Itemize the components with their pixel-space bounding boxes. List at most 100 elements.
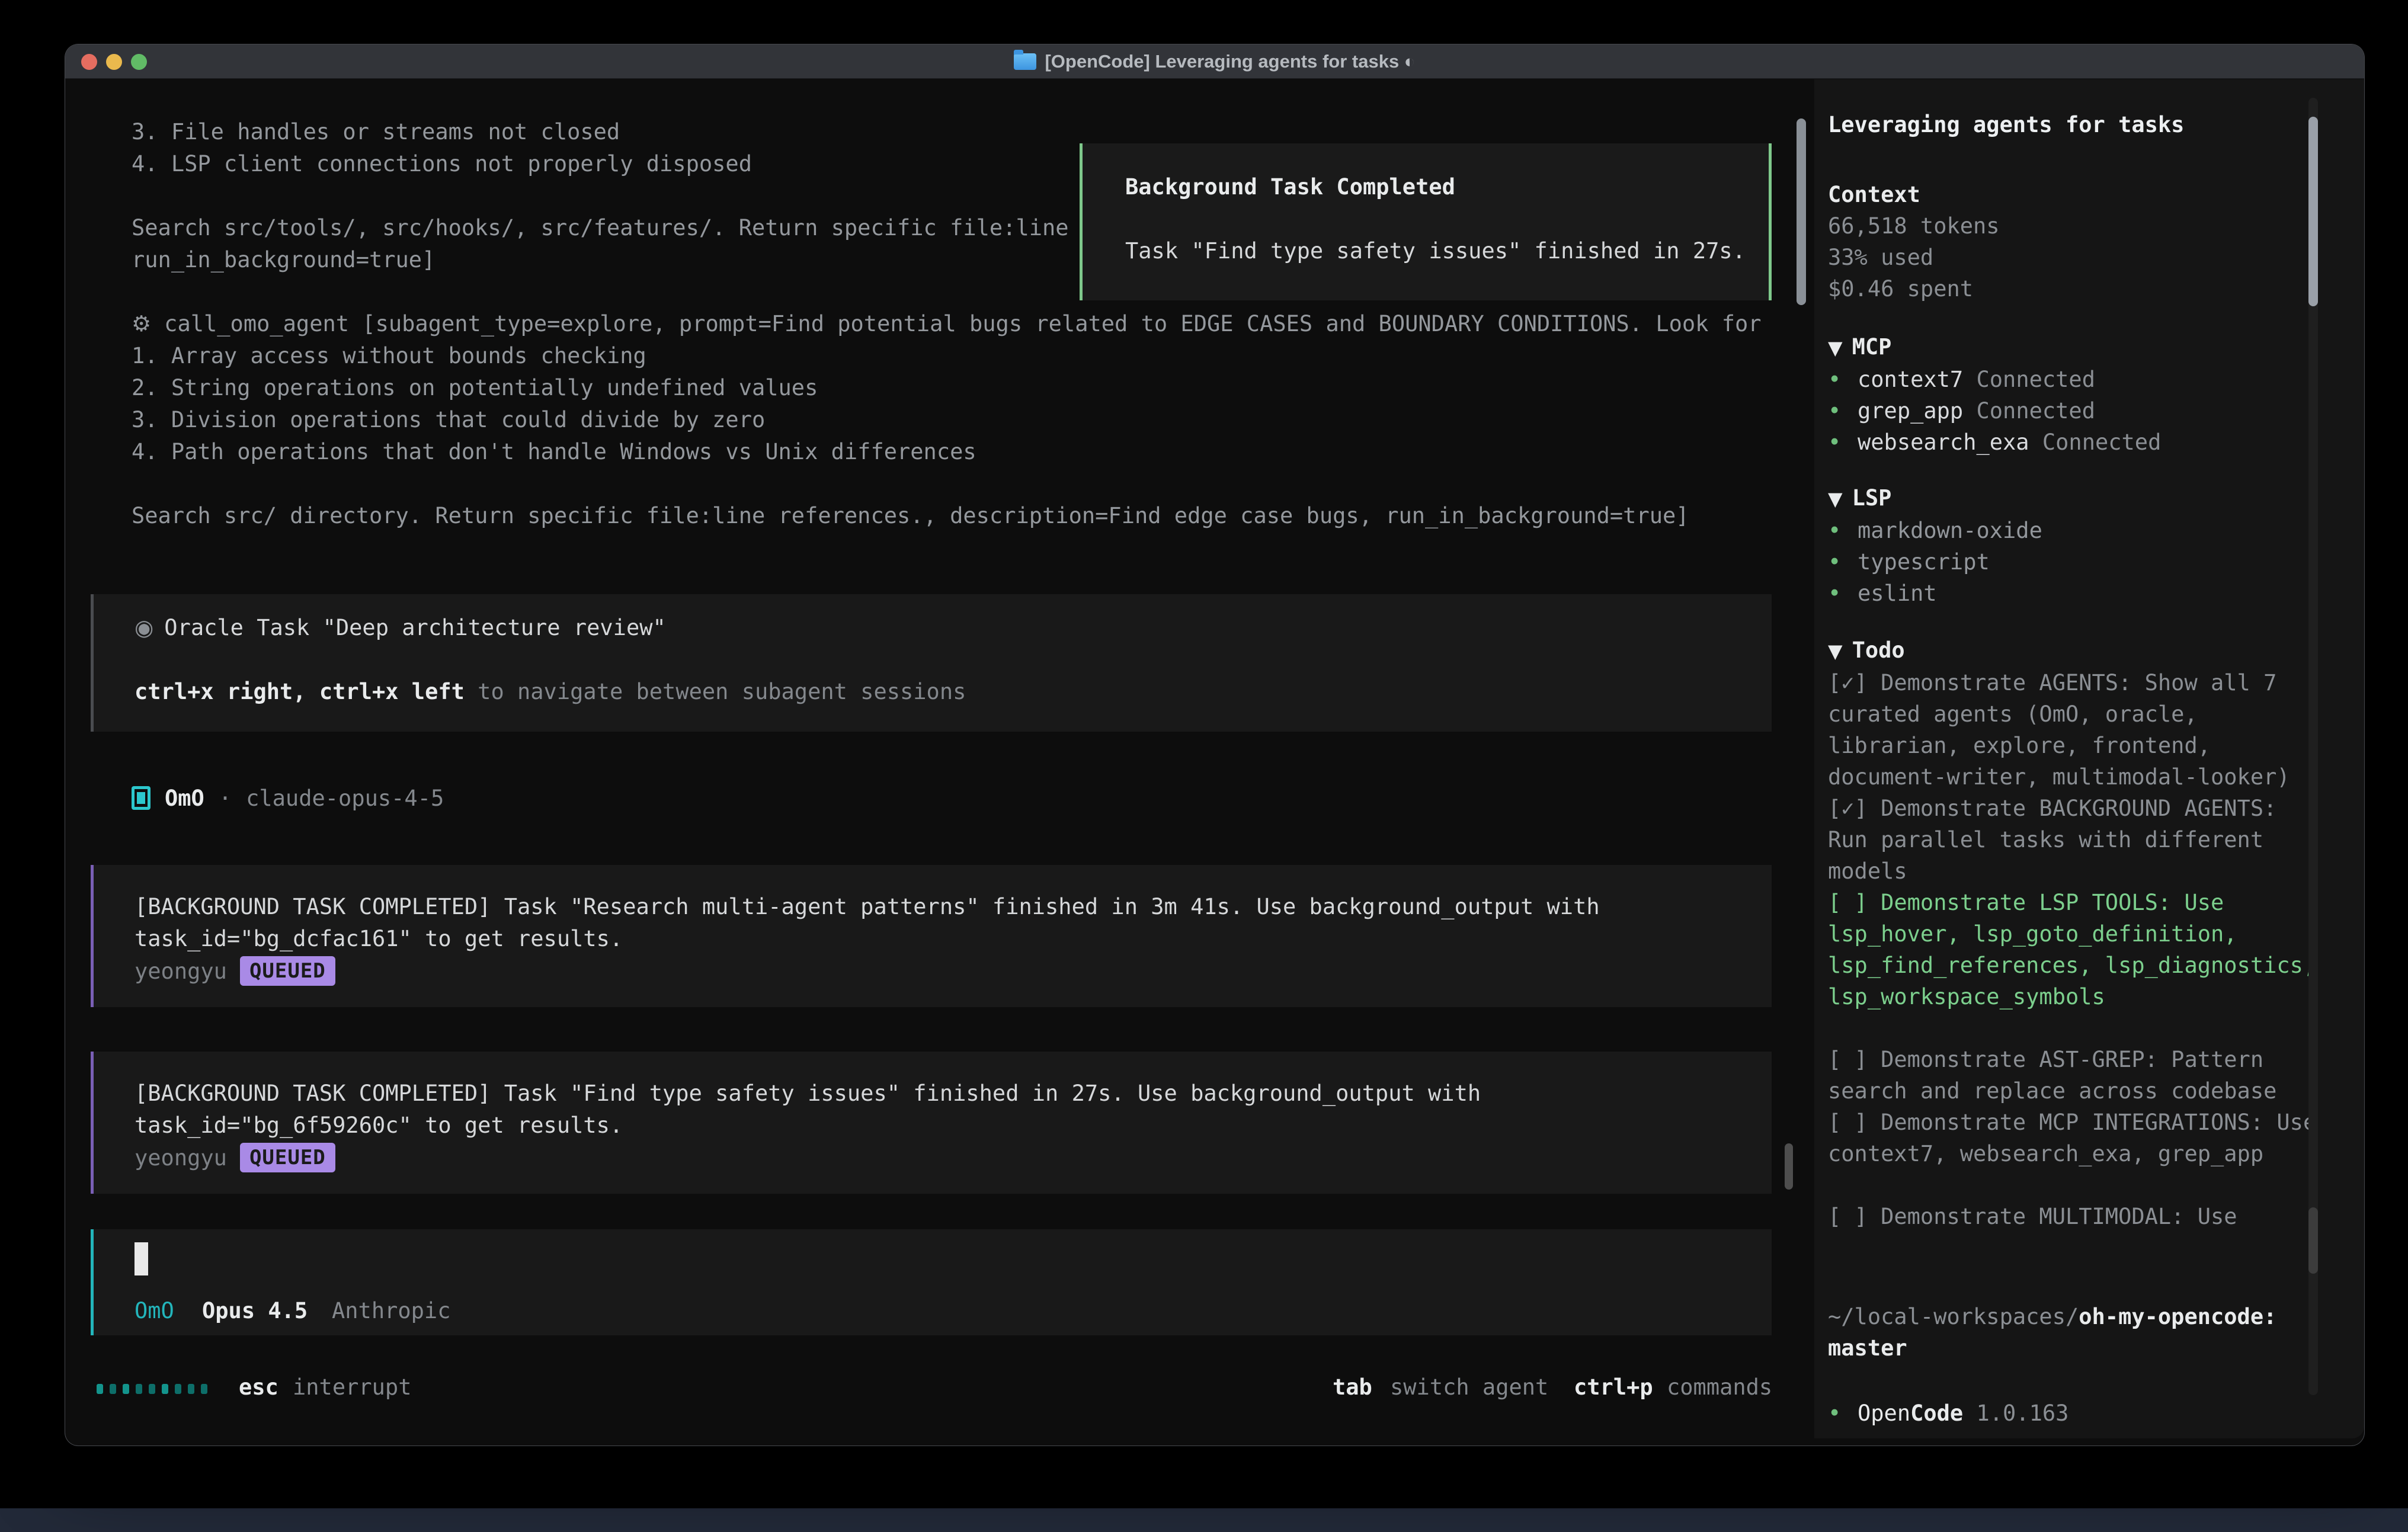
status-dot-icon: • — [1828, 546, 1858, 578]
status-badge: QUEUED — [240, 1143, 335, 1172]
window-title-group: [OpenCode] Leveraging agents for tasks ◐ — [1014, 51, 1415, 72]
main-scrollbar-thumb[interactable] — [1797, 118, 1806, 305]
terminal-line: run_in_background=true] — [132, 244, 435, 276]
todo-item-active: [ ] Demonstrate LSP TOOLS: Use lsp_hover… — [1828, 887, 2326, 1012]
hint-text: to navigate between subagent sessions — [465, 679, 966, 704]
ctrlp-shortcut-label: commands — [1667, 1374, 1772, 1400]
todo-item-pending: [ ] Demonstrate MCP INTEGRATIONS: Use co… — [1828, 1107, 2326, 1169]
session-title: Leveraging agents for tasks — [1828, 109, 2326, 140]
lsp-heading[interactable]: ▼LSP — [1828, 482, 2326, 515]
git-branch: master — [1828, 1332, 2326, 1364]
app-version: •OpenCode 1.0.163 — [1828, 1398, 2326, 1429]
workspace-dir-prefix: ~/local-workspaces/ — [1828, 1304, 2079, 1329]
sidebar-scrollbar-thumb[interactable] — [2308, 1207, 2318, 1274]
version-number: 1.0.163 — [1977, 1398, 2069, 1429]
main-scrollbar-thumb[interactable] — [1785, 1143, 1793, 1190]
toast-notification[interactable]: Background Task Completed Task "Find typ… — [1080, 143, 1772, 300]
esc-shortcut[interactable]: esc — [239, 1374, 278, 1400]
mcp-item: •grep_app Connected — [1828, 395, 2326, 427]
message-text: [BACKGROUND TASK COMPLETED] Task "Find t… — [135, 1078, 1481, 1110]
lsp-item: •markdown-oxide — [1828, 515, 2326, 546]
hint-keys: ctrl+x right, ctrl+x left — [135, 679, 465, 704]
background-task-message[interactable]: [BACKGROUND TASK COMPLETED] Task "Resear… — [91, 865, 1772, 1007]
terminal-line: 3. File handles or streams not closed — [132, 116, 620, 148]
status-dot-icon: • — [1828, 578, 1858, 609]
status-dot-icon: • — [1828, 515, 1858, 546]
sidebar-scrollbar-thumb[interactable] — [2308, 117, 2318, 306]
workspace-dir-name: oh-my-opencode: — [2079, 1304, 2276, 1329]
collapse-triangle-icon: ▼ — [1828, 336, 1843, 359]
message-user: yeongyu — [135, 959, 227, 984]
prompt-input[interactable]: OmO Opus 4.5 Anthropic — [91, 1229, 1772, 1335]
separator-dot: · — [219, 786, 232, 811]
titlebar: [OpenCode] Leveraging agents for tasks ◐ — [65, 44, 2364, 79]
agent-model: claude-opus-4-5 — [246, 786, 444, 811]
context-section: Context 66,518 tokens 33% used $0.46 spe… — [1828, 179, 2326, 305]
zoom-window-button[interactable] — [131, 54, 147, 70]
context-tokens: 66,518 tokens — [1828, 210, 2326, 242]
session-sidebar: Leveraging agents for tasks Context 66,5… — [1814, 79, 2364, 1438]
mcp-heading[interactable]: ▼MCP — [1828, 331, 2326, 364]
folder-icon — [1014, 53, 1036, 70]
lsp-item: •eslint — [1828, 578, 2326, 609]
tool-call-line: ⚙ call_omo_agent [subagent_type=explore, … — [132, 308, 1762, 340]
lsp-section: ▼LSP •markdown-oxide •typescript •eslint — [1828, 482, 2326, 609]
terminal-line: 4. LSP client connections not properly d… — [132, 148, 752, 180]
message-user: yeongyu — [135, 1145, 227, 1171]
close-window-button[interactable] — [81, 54, 97, 70]
status-bar: esc interrupt tab switch agent ctrl+p co… — [65, 1374, 1783, 1406]
lsp-item: •typescript — [1828, 546, 2326, 578]
fisheye-icon: ◉ — [135, 615, 153, 640]
terminal-line: 2. String operations on potentially unde… — [132, 372, 818, 404]
app-name: OpenCode — [1858, 1398, 1963, 1429]
message-text: task_id="bg_dcfac161" to get results. — [135, 923, 623, 955]
todo-section: ▼Todo [✓] Demonstrate AGENTS: Show all 7… — [1828, 634, 2326, 1232]
tab-shortcut-label: switch agent — [1390, 1374, 1548, 1400]
status-dot-icon: • — [1828, 395, 1858, 427]
gear-icon: ⚙ — [132, 311, 151, 336]
status-badge: QUEUED — [240, 956, 335, 986]
workspace-path: ~/local-workspaces/oh-my-opencode: maste… — [1828, 1301, 2326, 1364]
mcp-section: ▼MCP •context7 Connected •grep_app Conne… — [1828, 331, 2326, 458]
terminal-window: [OpenCode] Leveraging agents for tasks ◐… — [65, 44, 2364, 1446]
tab-shortcut[interactable]: tab — [1333, 1374, 1372, 1400]
minimize-window-button[interactable] — [106, 54, 122, 70]
message-text: [BACKGROUND TASK COMPLETED] Task "Resear… — [135, 891, 1600, 923]
terminal-line: 1. Array access without bounds checking — [132, 340, 646, 372]
tool-call-text: call_omo_agent [subagent_type=explore, p… — [164, 311, 1761, 336]
status-dot-icon: • — [1828, 364, 1858, 395]
collapse-triangle-icon: ▼ — [1828, 640, 1843, 662]
ctrlp-shortcut[interactable]: ctrl+p — [1574, 1374, 1653, 1400]
context-used: 33% used — [1828, 242, 2326, 273]
oracle-task-title: ◉Oracle Task "Deep architecture review" — [135, 612, 666, 644]
terminal-line: Search src/tools/, src/hooks/, src/featu… — [132, 212, 1069, 244]
collapse-triangle-icon: ▼ — [1828, 488, 1843, 510]
model-provider: Anthropic — [332, 1298, 450, 1323]
terminal-line: 3. Division operations that could divide… — [132, 404, 765, 436]
context-heading: Context — [1828, 179, 2326, 210]
todo-heading[interactable]: ▼Todo — [1828, 634, 2326, 667]
window-title: [OpenCode] Leveraging agents for tasks ◐ — [1045, 51, 1415, 72]
message-text: task_id="bg_6f59260c" to get results. — [135, 1110, 623, 1142]
model-name: Opus 4.5 — [202, 1298, 308, 1323]
todo-item-done: [✓] Demonstrate AGENTS: Show all 7 curat… — [1828, 667, 2326, 793]
text-cursor — [135, 1242, 148, 1275]
agent-short-name: OmO — [135, 1298, 174, 1323]
todo-item-pending: [ ] Demonstrate MULTIMODAL: Use — [1828, 1201, 2326, 1232]
desktop-dock-strip — [0, 1508, 2408, 1532]
status-dot-icon: • — [1828, 427, 1858, 458]
context-spent: $0.46 spent — [1828, 273, 2326, 305]
todo-item-pending: [ ] Demonstrate AST-GREP: Pattern search… — [1828, 1044, 2326, 1107]
agent-name: OmO — [165, 786, 204, 811]
mcp-item: •websearch_exa Connected — [1828, 427, 2326, 458]
background-task-message[interactable]: [BACKGROUND TASK COMPLETED] Task "Find t… — [91, 1052, 1772, 1194]
esc-shortcut-label: interrupt — [293, 1374, 411, 1400]
toast-title: Background Task Completed — [1125, 174, 1455, 200]
toast-body: Task "Find type safety issues" finished … — [1125, 238, 1746, 264]
agent-header: OmO · claude-opus-4-5 — [132, 782, 444, 814]
todo-item-done: [✓] Demonstrate BACKGROUND AGENTS: Run p… — [1828, 793, 2326, 887]
status-dot-icon: • — [1828, 1398, 1858, 1429]
oracle-task-card[interactable]: ◉Oracle Task "Deep architecture review" … — [91, 594, 1772, 732]
terminal-line: 4. Path operations that don't handle Win… — [132, 436, 976, 468]
mcp-item: •context7 Connected — [1828, 364, 2326, 395]
